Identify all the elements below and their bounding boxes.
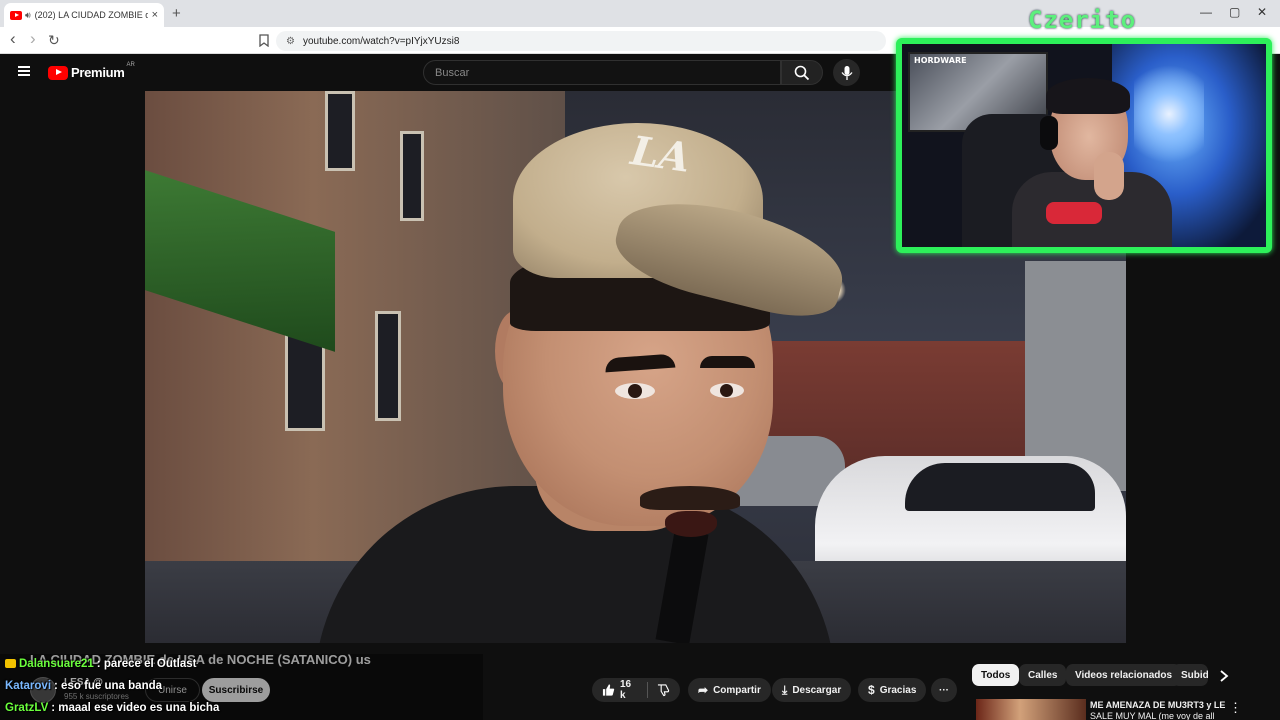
- like-icon[interactable]: [602, 683, 615, 697]
- back-button[interactable]: ‹: [10, 29, 16, 49]
- headset: [1040, 116, 1058, 150]
- share-icon: ➦: [698, 683, 709, 697]
- chat-username: GratzLV: [5, 702, 49, 714]
- voice-search-button[interactable]: [833, 59, 860, 86]
- building-window: [400, 131, 424, 221]
- eye: [615, 383, 655, 399]
- microphone-icon: [840, 65, 853, 80]
- streamer-name: Czerito: [1028, 6, 1137, 34]
- bookmark-icon[interactable]: [259, 34, 269, 47]
- download-label: Descargar: [792, 684, 842, 696]
- eye: [710, 383, 744, 398]
- stream-chat-overlay: Dalansuare21: parece el Outlast Katarovi…: [0, 654, 483, 720]
- download-icon: ⤓: [782, 682, 788, 697]
- thanks-button[interactable]: $ Gracias: [858, 678, 927, 702]
- forward-button[interactable]: ›: [30, 29, 36, 49]
- region-code: AR: [126, 61, 135, 68]
- site-settings-icon[interactable]: ⚙︎: [286, 36, 295, 47]
- speaker-icon[interactable]: 🔊︎: [25, 10, 31, 21]
- chat-username: Dalansuare21: [19, 658, 94, 670]
- thanks-label: Gracias: [879, 684, 917, 696]
- chip-all[interactable]: Todos: [972, 664, 1020, 686]
- new-tab-button[interactable]: +: [172, 5, 181, 22]
- menu-icon[interactable]: [18, 66, 30, 76]
- url-field[interactable]: ⚙︎ youtube.com/watch?v=pIYjxYUzsi8: [276, 31, 886, 51]
- reload-button[interactable]: ↻: [48, 32, 60, 49]
- chat-text: : eso fue una banda: [54, 680, 163, 692]
- like-count[interactable]: 16 k: [620, 679, 638, 701]
- youtube-favicon-icon: [10, 10, 22, 20]
- share-label: Compartir: [713, 684, 761, 696]
- chat-message: Katarovi: eso fue una banda: [5, 680, 162, 692]
- search-input[interactable]: Buscar: [423, 60, 781, 85]
- screen: 🔊︎ (202) LA CIUDAD ZOMBIE de × + — ▢ ✕ ‹…: [0, 0, 1280, 720]
- dislike-icon[interactable]: [657, 683, 670, 697]
- chat-message: Dalansuare21: parece el Outlast: [5, 658, 197, 670]
- car-window: [905, 463, 1095, 511]
- eyebrow: [700, 356, 755, 368]
- chat-username: Katarovi: [5, 680, 52, 692]
- mustache: [640, 486, 740, 510]
- youtube-play-icon: [48, 65, 68, 80]
- building-window: [325, 91, 355, 171]
- subscriber-badge-icon: [5, 659, 16, 669]
- chat-message: GratzLV: maaal ese video es una bicha: [5, 702, 219, 714]
- recommended-title-line2[interactable]: SALE MUY MAL (me voy de all: [1090, 711, 1220, 720]
- tab-title: (202) LA CIUDAD ZOMBIE de: [34, 10, 148, 20]
- more-vert-icon[interactable]: ⋮: [1229, 700, 1242, 716]
- browser-tab[interactable]: 🔊︎ (202) LA CIUDAD ZOMBIE de ×: [4, 3, 164, 27]
- monitor-label: HORDWARE: [914, 56, 967, 65]
- more-actions-button[interactable]: ···: [931, 678, 957, 702]
- recommended-thumbnail[interactable]: [976, 699, 1086, 720]
- mouth: [665, 511, 717, 537]
- streamer-hand: [1094, 152, 1124, 200]
- chevron-right-icon[interactable]: [1219, 670, 1229, 682]
- webcam-tree-lights: [1134, 54, 1204, 174]
- webcam-microphone: [1046, 202, 1102, 224]
- chip-related[interactable]: Videos relacionados: [1066, 664, 1182, 686]
- building-window: [375, 311, 401, 421]
- recommended-title[interactable]: ME AMENAZA DE MU3RT3 y LE: [1090, 700, 1235, 711]
- cap-logo: LA: [628, 127, 694, 182]
- youtube-logo[interactable]: Premium AR: [48, 61, 135, 80]
- streamer-hair: [1046, 78, 1130, 114]
- download-button[interactable]: ⤓ Descargar: [772, 678, 852, 702]
- tab-close-icon[interactable]: ×: [152, 9, 158, 21]
- search-button[interactable]: [781, 60, 823, 85]
- search-icon: [794, 65, 810, 80]
- chat-text: : parece el Outlast: [96, 658, 197, 670]
- close-window-button[interactable]: ✕: [1257, 5, 1267, 19]
- thanks-icon: $: [868, 683, 875, 697]
- divider: [647, 682, 648, 698]
- chip-streets[interactable]: Calles: [1019, 664, 1067, 686]
- like-dislike-group: 16 k: [592, 678, 680, 702]
- logo-text: Premium: [71, 65, 125, 80]
- streamer-webcam: HORDWARE: [896, 38, 1272, 253]
- minimize-button[interactable]: —: [1200, 5, 1212, 19]
- chip-uploaded[interactable]: Subid: [1172, 664, 1208, 686]
- maximize-button[interactable]: ▢: [1229, 5, 1240, 19]
- share-button[interactable]: ➦ Compartir: [688, 678, 771, 702]
- url-text: youtube.com/watch?v=pIYjxYUzsi8: [302, 35, 460, 47]
- chat-text: : maaal ese video es una bicha: [51, 702, 220, 714]
